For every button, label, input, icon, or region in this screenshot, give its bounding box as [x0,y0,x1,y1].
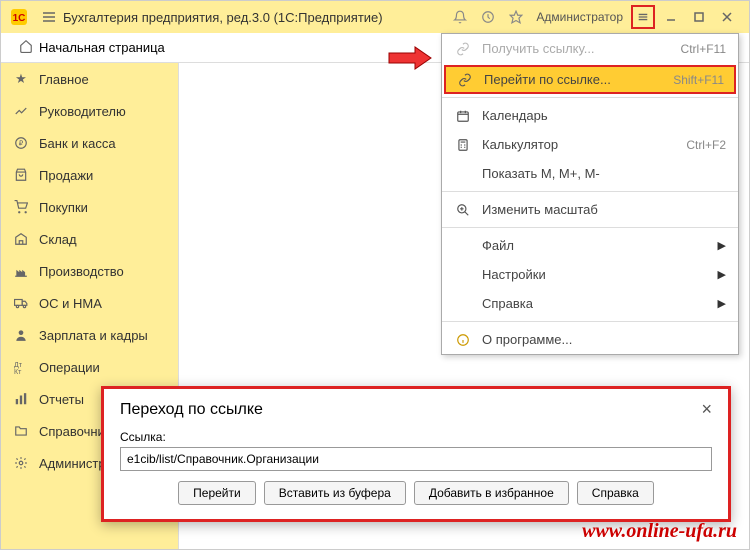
star-icon: ★ [13,71,29,87]
menu-file[interactable]: Файл ▶ [442,231,738,260]
maximize-icon[interactable] [687,5,711,29]
minimize-icon[interactable] [659,5,683,29]
sidebar-item-warehouse[interactable]: Склад [1,223,178,255]
person-icon [13,327,29,343]
sidebar-item-operations[interactable]: ДтКтОперации [1,351,178,383]
chart-icon [13,103,29,119]
menu-calendar[interactable]: Календарь [442,101,738,130]
separator [442,321,738,322]
star-icon[interactable] [504,5,528,29]
link-icon [454,42,472,56]
link-field-label: Ссылка: [120,430,712,444]
sidebar-item-payroll[interactable]: Зарплата и кадры [1,319,178,351]
tab-home[interactable]: Начальная страница [9,35,175,60]
bars-icon [13,391,29,407]
chevron-right-icon: ▶ [718,297,726,310]
menu-about[interactable]: О программе... [442,325,738,354]
annotation-arrow-icon [387,45,433,76]
menu-settings[interactable]: Настройки ▶ [442,260,738,289]
menu-help[interactable]: Справка ▶ [442,289,738,318]
sidebar-item-purchases[interactable]: Покупки [1,191,178,223]
window-title: Бухгалтерия предприятия, ред.3.0 (1С:Пре… [63,10,446,25]
menu-get-link: Получить ссылку... Ctrl+F11 [442,34,738,63]
ruble-icon: ₽ [13,135,29,151]
link-go-icon [456,73,474,87]
box-icon [13,231,29,247]
go-button[interactable]: Перейти [178,481,256,505]
separator [442,227,738,228]
user-label[interactable]: Администратор [536,10,623,24]
close-icon[interactable] [715,5,739,29]
service-menu-icon[interactable] [631,5,655,29]
sidebar-item-bank[interactable]: ₽Банк и касса [1,127,178,159]
sidebar-item-production[interactable]: Производство [1,255,178,287]
calculator-icon [454,138,472,152]
cart-icon [13,199,29,215]
close-icon[interactable]: × [701,399,712,420]
history-icon[interactable] [476,5,500,29]
calendar-icon [454,109,472,123]
help-button[interactable]: Справка [577,481,654,505]
watermark: www.online-ufa.ru [582,520,737,543]
truck-icon [13,295,29,311]
service-dropdown: Получить ссылку... Ctrl+F11 Перейти по с… [441,33,739,355]
separator [442,191,738,192]
ledger-icon: ДтКт [13,359,29,375]
chevron-right-icon: ▶ [718,239,726,252]
chevron-right-icon: ▶ [718,268,726,281]
app-logo-icon: 1С [9,7,29,27]
info-icon [454,333,472,347]
separator [442,97,738,98]
sidebar-item-manager[interactable]: Руководителю [1,95,178,127]
menu-zoom[interactable]: Изменить масштаб [442,195,738,224]
gear-icon [13,455,29,471]
svg-text:₽: ₽ [19,139,24,147]
titlebar: 1С Бухгалтерия предприятия, ред.3.0 (1С:… [1,1,749,33]
sidebar-item-sales[interactable]: Продажи [1,159,178,191]
tab-label: Начальная страница [39,40,165,55]
sidebar-item-main[interactable]: ★Главное [1,63,178,95]
go-link-dialog: Переход по ссылке × Ссылка: Перейти Вста… [101,386,731,522]
menu-show-m[interactable]: Показать M, M+, M- [442,159,738,188]
dialog-title: Переход по ссылке [120,401,263,419]
zoom-icon [454,203,472,217]
main-menu-icon[interactable] [37,5,61,29]
paste-button[interactable]: Вставить из буфера [264,481,406,505]
menu-go-link[interactable]: Перейти по ссылке... Shift+F11 [444,65,736,94]
menu-calculator[interactable]: Калькулятор Ctrl+F2 [442,130,738,159]
bell-icon[interactable] [448,5,472,29]
svg-text:1С: 1С [13,13,26,24]
bag-icon [13,167,29,183]
factory-icon [13,263,29,279]
folder-icon [13,423,29,439]
svg-text:Кт: Кт [14,369,22,374]
favorite-button[interactable]: Добавить в избранное [414,481,569,505]
link-input[interactable] [120,447,712,471]
sidebar-item-assets[interactable]: ОС и НМА [1,287,178,319]
svg-text:Дт: Дт [14,362,23,369]
home-icon [19,39,33,56]
